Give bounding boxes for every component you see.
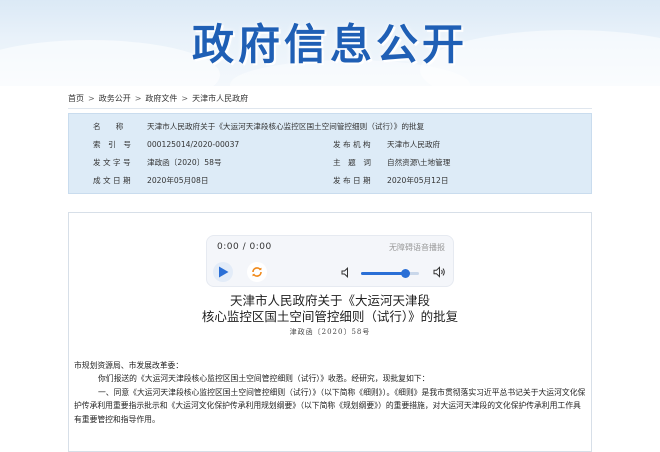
info-label: 名 称 (93, 122, 124, 131)
loop-icon (252, 267, 262, 277)
info-label: 主 题 词 (333, 158, 371, 167)
breadcrumb-separator: > (181, 94, 189, 103)
info-row-dates: 成 文 日 期 2020年05月08日 发 布 日 期 2020年05月12日 (69, 174, 593, 188)
info-value: 天津市人民政府关于《大运河天津段核心监控区国土空间管控细则（试行）》的批复 (147, 122, 425, 131)
document-info-table: 名 称 天津市人民政府关于《大运河天津段核心监控区国土空间管控细则（试行）》的批… (68, 113, 592, 194)
info-value: 自然资源\土地管理 (387, 158, 451, 167)
info-value: 000125014/2020-00037 (147, 140, 240, 149)
article-body: 市规划资源局、市发展改革委： 你们报送的《大运河天津段核心监控区国土空间管控细则… (74, 345, 586, 426)
info-row-docno: 发 文 字 号 津政函〔2020〕58号 主 题 词 自然资源\土地管理 (69, 156, 593, 170)
article-headline: 天津市人民政府关于《大运河天津段 核心监控区国土空间管控细则（试行）》的批复 (150, 293, 510, 325)
breadcrumb-separator: > (88, 94, 95, 103)
article-doc-number: 津政函〔2020〕58号 (289, 328, 371, 336)
article-paragraph: 一、同意《大运河天津段核心监控区国土空间管控细则（试行）》（以下简称《细则》）。… (74, 387, 586, 424)
info-row-index: 索 引 号 000125014/2020-00037 发 布 机 构 天津市人民… (69, 138, 593, 152)
info-value: 津政函〔2020〕58号 (147, 158, 222, 167)
article-headline-line: 天津市人民政府关于《大运河天津段 (229, 293, 430, 308)
audio-player: 0:00 / 0:00 无障碍语音播报 (206, 235, 454, 287)
info-label: 发 文 字 号 (93, 158, 131, 167)
info-value: 天津市人民政府 (387, 140, 441, 149)
audio-time: 0:00 / 0:00 (217, 242, 272, 252)
breadcrumb-home[interactable]: 首页 (68, 94, 84, 103)
breadcrumb-government[interactable]: 天津市人民政府 (192, 94, 248, 103)
article-addressee: 市规划资源局、市发展改革委： (74, 361, 184, 370)
article-headline-line: 核心监控区国土空间管控细则（试行）》的批复 (201, 309, 459, 324)
info-label: 发 布 日 期 (333, 176, 371, 185)
play-icon (219, 266, 229, 278)
breadcrumb-separator: > (134, 94, 142, 103)
article-paragraph: 你们报送的《大运河天津段核心监控区国土空间管控细则（试行）》收悉。经研究，现批复… (98, 374, 430, 384)
info-row-title: 名 称 天津市人民政府关于《大运河天津段核心监控区国土空间管控细则（试行）》的批… (69, 120, 593, 134)
banner-title: 政府信息公开 (191, 20, 468, 69)
breadcrumb-documents[interactable]: 政府文件 (145, 94, 177, 103)
volume-slider[interactable] (361, 269, 419, 278)
volume-low-icon[interactable] (341, 267, 351, 278)
breadcrumb: 首页 > 政务公开 > 政府文件 > 天津市人民政府 (68, 92, 248, 106)
volume-high-icon[interactable] (433, 266, 446, 278)
volume-slider-fill (361, 272, 405, 275)
info-value: 2020年05月12日 (387, 176, 449, 185)
play-button[interactable] (213, 262, 233, 282)
volume-slider-handle[interactable] (400, 269, 410, 278)
header-banner: 政府信息公开 (0, 0, 660, 86)
accessibility-audio-link[interactable]: 无障碍语音播报 (389, 242, 445, 253)
breadcrumb-affairs[interactable]: 政务公开 (99, 94, 131, 103)
info-label: 成 文 日 期 (93, 176, 131, 185)
info-label: 发 布 机 构 (333, 140, 371, 149)
info-value: 2020年05月08日 (147, 176, 209, 185)
info-label: 索 引 号 (93, 140, 131, 149)
breadcrumb-divider (68, 108, 592, 109)
loop-button[interactable] (247, 262, 267, 282)
